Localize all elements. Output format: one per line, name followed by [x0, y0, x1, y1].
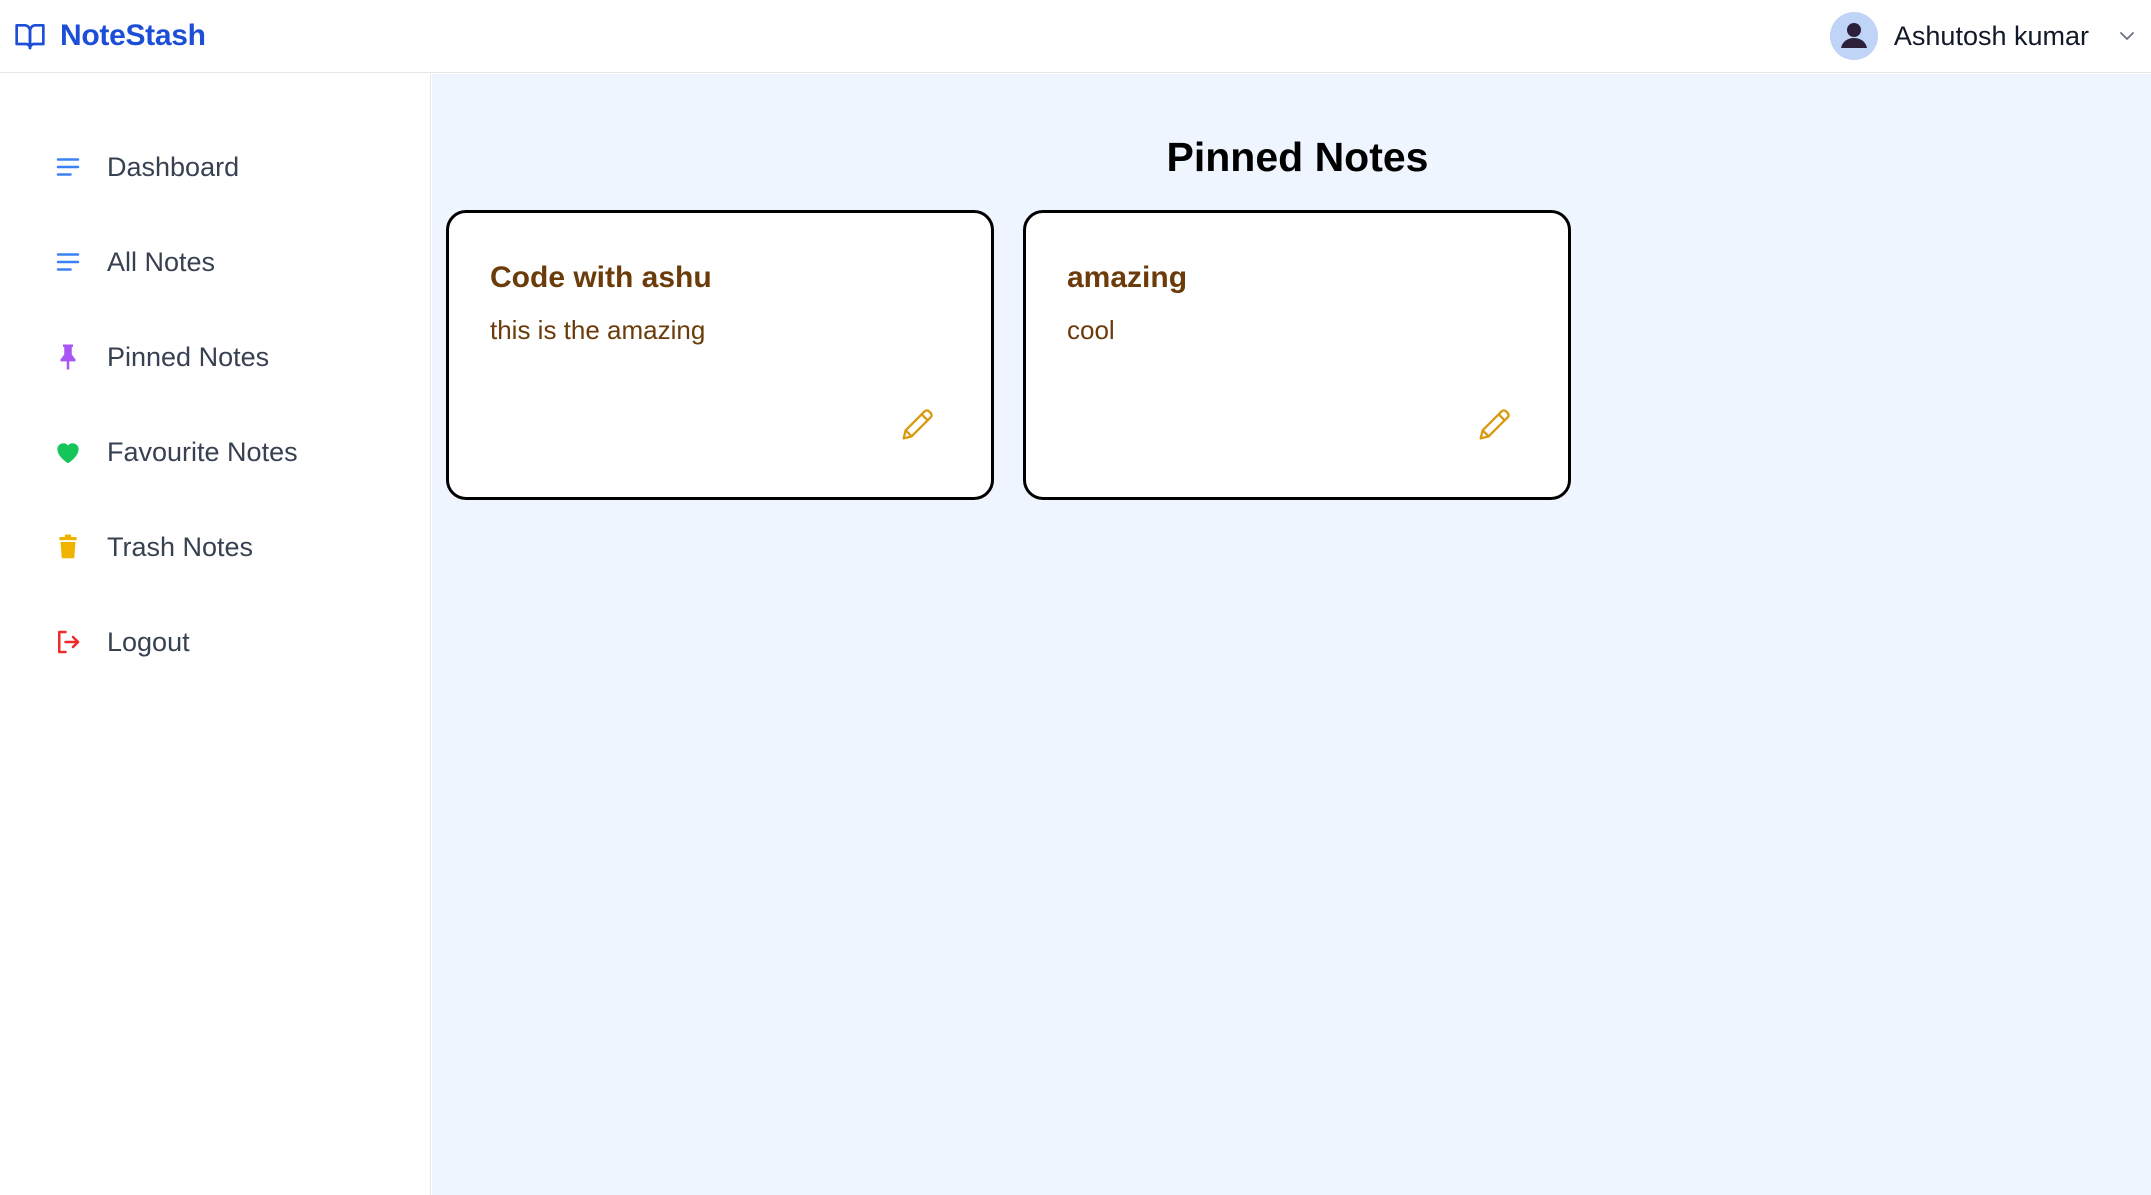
- sidebar: Dashboard All Notes Pinned Notes Favouri…: [0, 74, 431, 1195]
- chevron-down-icon[interactable]: [2117, 26, 2137, 46]
- edit-note-button[interactable]: [895, 403, 939, 447]
- sidebar-item-label: Dashboard: [107, 151, 240, 182]
- note-title: amazing: [1067, 261, 1188, 294]
- sidebar-item-all-notes[interactable]: All Notes: [0, 238, 430, 286]
- notes-grid: Code with ashu this is the amazing amazi…: [446, 210, 1571, 500]
- edit-note-button[interactable]: [1472, 403, 1516, 447]
- book-open-icon: [15, 24, 45, 50]
- main-content: Pinned Notes Code with ashu this is the …: [432, 74, 2151, 1195]
- sidebar-item-label: Pinned Notes: [107, 341, 270, 372]
- logout-icon: [52, 626, 84, 658]
- trash-icon: [52, 531, 84, 563]
- lines-icon: [52, 246, 84, 278]
- note-body: this is the amazing: [490, 315, 706, 345]
- page-title: Pinned Notes: [1166, 134, 1429, 180]
- sidebar-item-dashboard[interactable]: Dashboard: [0, 143, 430, 191]
- pencil-icon: [1479, 409, 1510, 440]
- user-avatar-icon: [1829, 12, 1878, 60]
- brand-logo-link[interactable]: NoteStash: [14, 19, 206, 53]
- sidebar-item-label: Trash Notes: [107, 531, 254, 562]
- sidebar-item-label: All Notes: [107, 246, 216, 277]
- sidebar-item-logout[interactable]: Logout: [0, 618, 430, 666]
- note-card[interactable]: amazing cool: [1023, 210, 1571, 500]
- heart-icon: [52, 436, 84, 468]
- sidebar-item-trash-notes[interactable]: Trash Notes: [0, 523, 430, 571]
- user-name: Ashutosh kumar: [1893, 20, 2089, 51]
- pin-icon: [52, 341, 84, 373]
- note-title: Code with ashu: [490, 261, 712, 294]
- sidebar-item-pinned-notes[interactable]: Pinned Notes: [0, 333, 430, 381]
- user-menu[interactable]: Ashutosh kumar: [1829, 12, 2137, 60]
- sidebar-item-label: Logout: [107, 626, 190, 657]
- sidebar-item-label: Favourite Notes: [107, 436, 298, 467]
- note-card[interactable]: Code with ashu this is the amazing: [446, 210, 994, 500]
- brand-name: NoteStash: [60, 19, 206, 52]
- sidebar-item-favourite-notes[interactable]: Favourite Notes: [0, 428, 430, 476]
- top-bar: NoteStash Ashutosh kumar: [0, 0, 2151, 73]
- app-root: NoteStash Ashutosh kumar Dashboard All N…: [0, 0, 2151, 1195]
- note-body: cool: [1067, 315, 1115, 345]
- lines-icon: [52, 151, 84, 183]
- pencil-icon: [902, 409, 933, 440]
